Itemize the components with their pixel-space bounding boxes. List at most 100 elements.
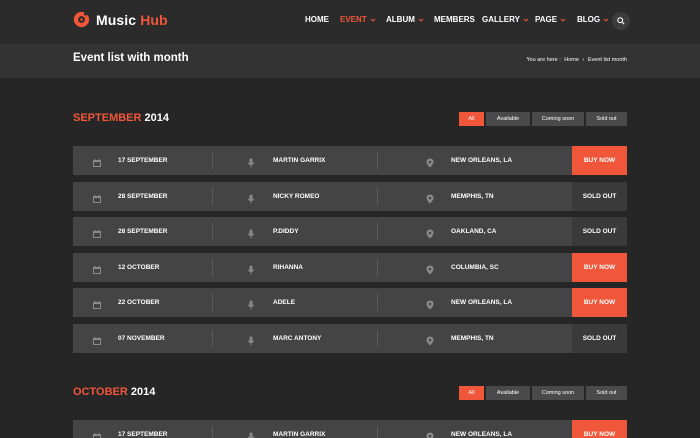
nav-label: GALLERY [482, 15, 520, 24]
filter-all[interactable]: All [459, 386, 484, 400]
filter-all[interactable]: All [459, 112, 484, 126]
event-row: 17 SEPTEMBER MARTIN GARRIX NEW ORLEANS, … [73, 146, 627, 175]
nav-item-album[interactable]: ALBUM [386, 15, 424, 24]
filter-coming-soon[interactable]: Coming soon [532, 386, 584, 400]
microphone-icon [246, 155, 256, 173]
microphone-icon [246, 333, 256, 351]
microphone-icon [246, 191, 256, 209]
map-pin-icon [425, 226, 435, 244]
breadcrumb: You are here : Home › Event list month [524, 57, 627, 63]
filter-coming-soon[interactable]: Coming soon [532, 112, 584, 126]
page-header: Event list with month You are here : Hom… [0, 44, 700, 78]
main-nav: HOME EVENT ALBUM MEMBERS GALLERY PAGE BL… [0, 15, 700, 29]
cell-divider [212, 152, 213, 169]
event-location: COLUMBIA, SC [451, 263, 499, 271]
calendar-icon [92, 155, 102, 173]
nav-item-gallery[interactable]: GALLERY [482, 15, 529, 24]
calendar-icon [92, 297, 102, 315]
cell-divider [377, 330, 378, 347]
event-location: NEW ORLEANS, LA [451, 431, 513, 438]
buy-now-button[interactable]: BUY NOW [572, 252, 627, 282]
section-title: OCTOBER 2014 [73, 386, 155, 398]
nav-label: BLOG [577, 15, 601, 24]
sold-out-label: SOLD OUT [572, 181, 627, 211]
breadcrumb-current: Event list month [587, 57, 627, 63]
cell-divider [377, 187, 378, 205]
microphone-icon [246, 297, 256, 315]
status-filter-group: All Available Coming soon Sold out [459, 386, 627, 400]
breadcrumb-separator: › [582, 57, 585, 63]
map-pin-icon [425, 297, 435, 315]
filter-available[interactable]: Available [486, 112, 530, 126]
nav-item-page[interactable]: PAGE [535, 15, 566, 24]
event-artist: RIHANNA [273, 263, 303, 271]
buy-now-button[interactable]: BUY NOW [572, 146, 627, 175]
section-year: 2014 [144, 112, 170, 124]
event-row: 12 OCTOBER RIHANNA COLUMBIA, SC BUY NOW [73, 252, 627, 282]
chevron-down-icon [370, 18, 376, 22]
top-navigation-bar: Music Hub HOME EVENT ALBUM MEMBERS GALLE… [0, 0, 700, 44]
calendar-icon [92, 191, 102, 209]
buy-now-button[interactable]: BUY NOW [572, 420, 627, 438]
nav-item-blog[interactable]: BLOG [577, 15, 609, 24]
event-date: 28 SEPTEMBER [118, 192, 168, 200]
event-row: 07 NOVEMBER MARC ANTONY MEMPHIS, TN SOLD… [73, 324, 627, 353]
section-month: SEPTEMBER [73, 112, 142, 124]
map-pin-icon [425, 429, 435, 438]
nav-item-event[interactable]: EVENT [340, 15, 376, 24]
map-pin-icon [425, 262, 435, 280]
chevron-down-icon [418, 18, 424, 22]
event-location: NEW ORLEANS, LA [451, 299, 513, 307]
breadcrumb-home[interactable]: Home [564, 57, 579, 63]
event-location: MEMPHIS, TN [451, 192, 494, 200]
event-row: 28 SEPTEMBER P.DIDDY OAKLAND, CA SOLD OU… [73, 217, 627, 247]
filter-sold-out[interactable]: Sold out [586, 112, 627, 126]
section-year: 2014 [130, 386, 156, 398]
nav-label: PAGE [535, 15, 558, 24]
nav-label: ALBUM [386, 15, 415, 24]
chevron-down-icon [603, 18, 609, 22]
cell-divider [212, 294, 213, 312]
event-artist: ADELE [273, 299, 296, 307]
calendar-icon [92, 429, 102, 438]
cell-divider [212, 258, 213, 276]
event-date: 17 SEPTEMBER [118, 157, 168, 164]
cell-divider [212, 330, 213, 347]
nav-label: EVENT [340, 15, 367, 24]
search-icon [617, 17, 625, 25]
event-location: NEW ORLEANS, LA [451, 157, 513, 164]
nav-item-home[interactable]: HOME [305, 15, 329, 24]
cell-divider [377, 152, 378, 169]
microphone-icon [246, 226, 256, 244]
event-artist: P.DIDDY [273, 228, 299, 236]
event-artist: MARC ANTONY [273, 335, 322, 342]
buy-now-button[interactable]: BUY NOW [572, 288, 627, 318]
event-location: MEMPHIS, TN [451, 335, 494, 342]
search-button[interactable] [612, 12, 630, 30]
sold-out-label: SOLD OUT [572, 324, 627, 353]
map-pin-icon [425, 155, 435, 173]
filter-available[interactable]: Available [486, 386, 530, 400]
event-artist: MARTIN GARRIX [273, 431, 326, 438]
breadcrumb-prefix: You are here : [526, 57, 561, 63]
event-date: 17 SEPTEMBER [118, 431, 168, 438]
sold-out-label: SOLD OUT [572, 217, 627, 247]
section-title: SEPTEMBER 2014 [73, 112, 169, 124]
nav-label: MEMBERS [434, 15, 475, 24]
microphone-icon [246, 262, 256, 280]
status-filter-group: All Available Coming soon Sold out [459, 112, 627, 126]
nav-item-members[interactable]: MEMBERS [434, 15, 475, 24]
cell-divider [212, 426, 213, 438]
calendar-icon [92, 226, 102, 244]
event-date: 12 OCTOBER [118, 263, 160, 271]
cell-divider [377, 426, 378, 438]
map-pin-icon [425, 333, 435, 351]
event-row: 28 SEPTEMBER NICKY ROMEO MEMPHIS, TN SOL… [73, 181, 627, 211]
filter-sold-out[interactable]: Sold out [586, 386, 627, 400]
cell-divider [212, 187, 213, 205]
map-pin-icon [425, 191, 435, 209]
chevron-down-icon [560, 18, 566, 22]
event-date: 28 SEPTEMBER [118, 228, 168, 236]
event-location: OAKLAND, CA [451, 228, 497, 236]
cell-divider [377, 223, 378, 241]
